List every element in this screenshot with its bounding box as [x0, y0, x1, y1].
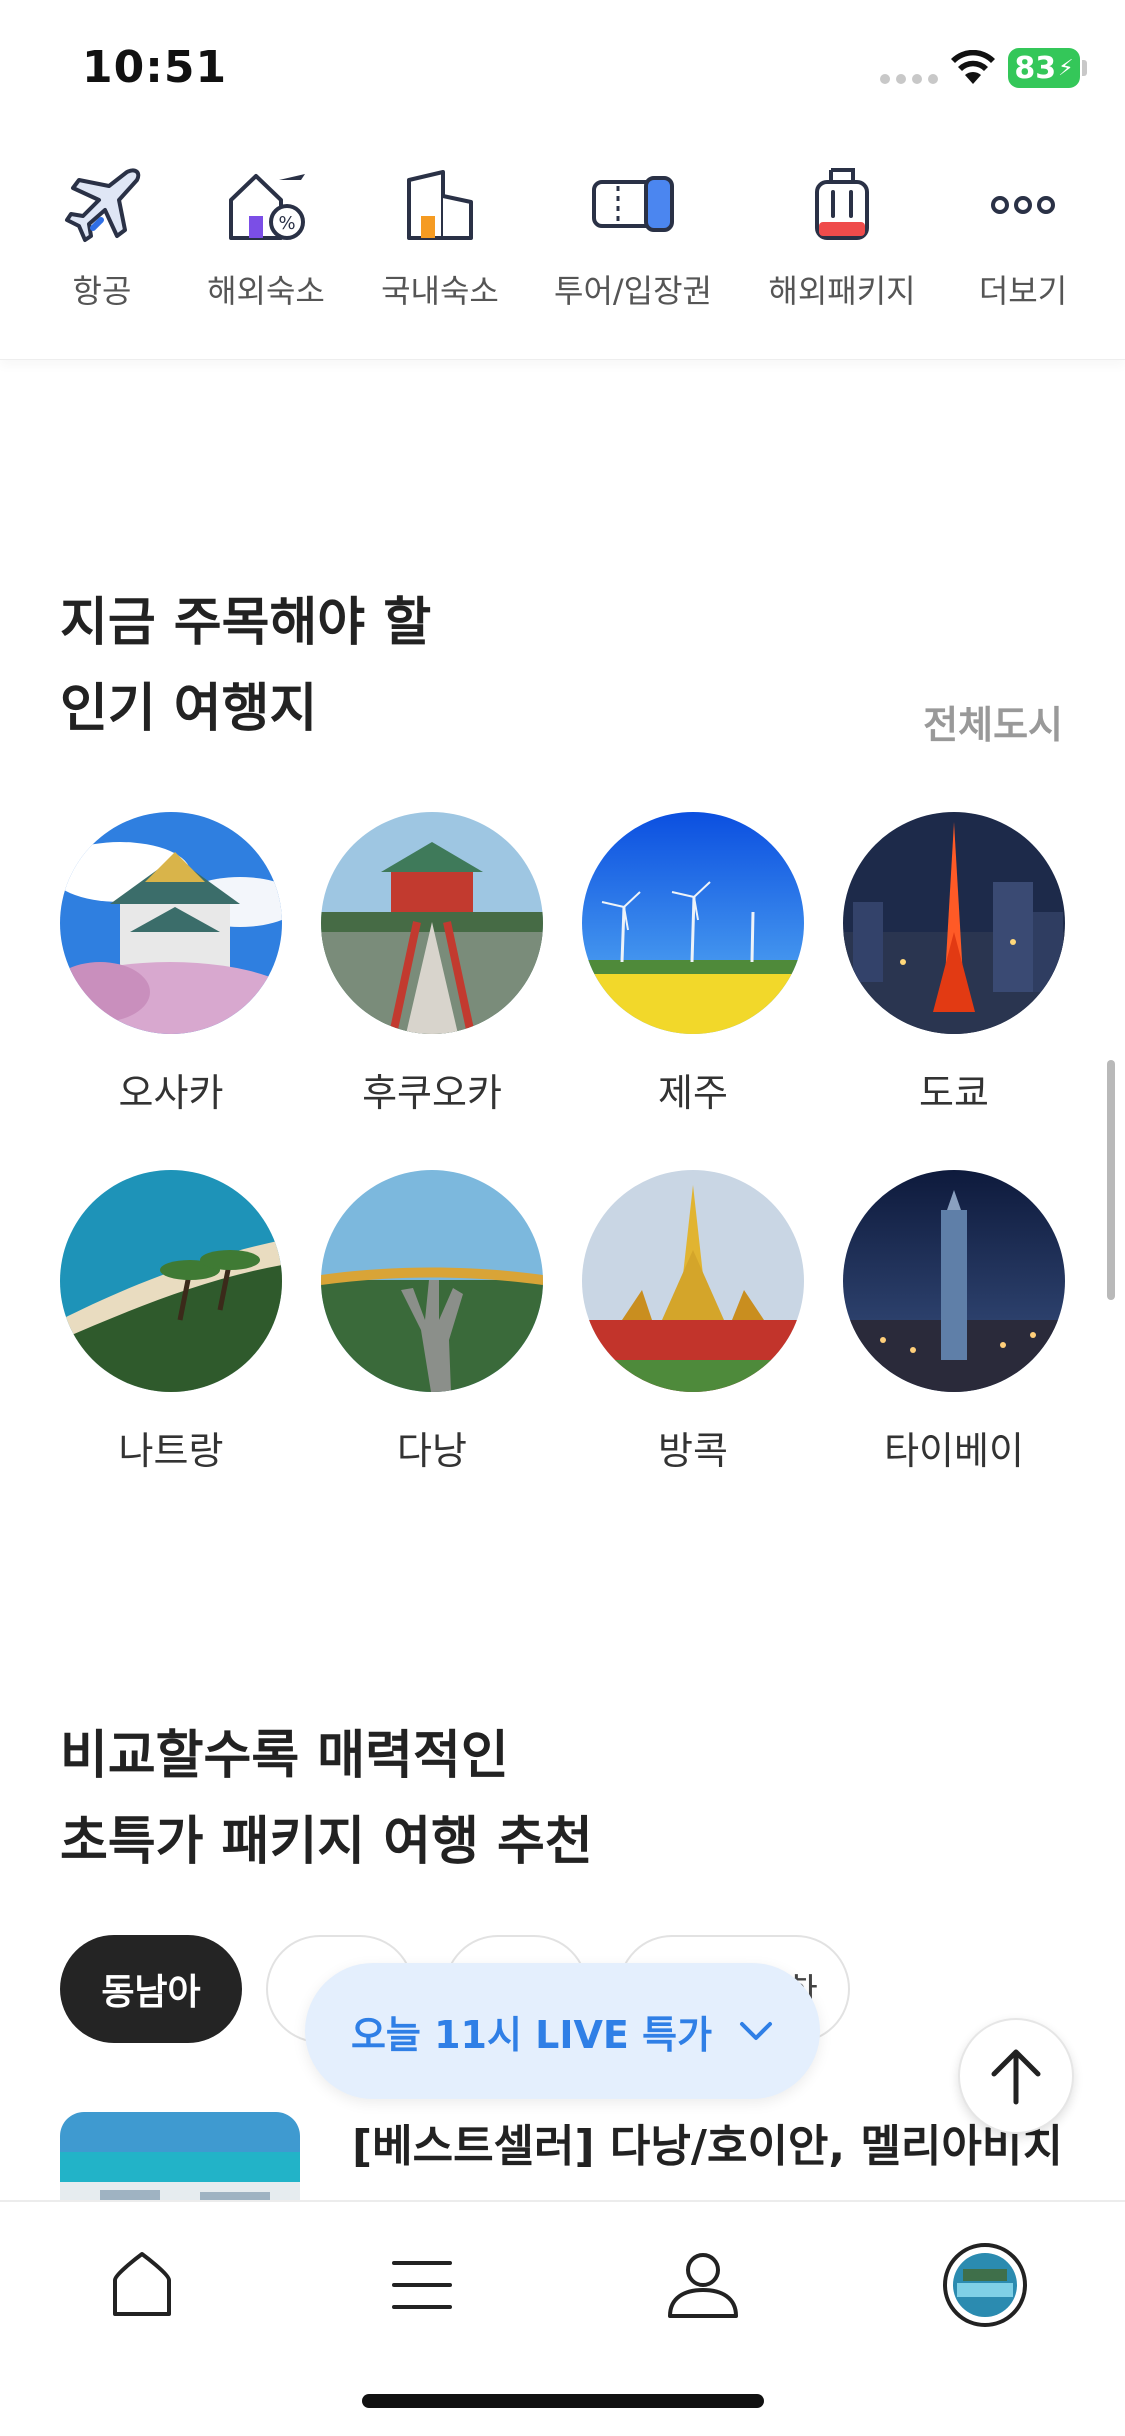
nav-home[interactable]: [97, 2240, 187, 2330]
nav-menu[interactable]: [377, 2240, 467, 2330]
home-indicator: [362, 2394, 764, 2408]
city-image-nhatrang: [60, 1170, 282, 1392]
city-name: 오사카: [118, 1071, 224, 1115]
live-deal-button[interactable]: 오늘 11시 LIVE 특가: [305, 1963, 820, 2099]
category-domestic-hotel[interactable]: 국내숙소: [350, 160, 530, 312]
city-image-tokyo: [843, 812, 1065, 1034]
domestic-hotel-icon: [407, 170, 473, 240]
category-label: 해외숙소: [207, 272, 325, 310]
city-image-danang: [321, 1170, 543, 1392]
package-section-title: 비교할수록 매력적인 초특가 패키지 여행 추천: [60, 1713, 593, 1885]
city-card-fukuoka[interactable]: 후쿠오카: [321, 812, 543, 1117]
package-product-item[interactable]: [베스트셀러] 다낭/호이안, 멜리아비치: [60, 2112, 1065, 2202]
popular-section-title: 지금 주목해야 할 인기 여행지: [60, 580, 431, 752]
charging-bolt-icon: ⚡: [1058, 55, 1074, 81]
city-name: 방콕: [658, 1429, 728, 1473]
cellular-signal-icon: [880, 74, 938, 84]
category-label: 국내숙소: [381, 272, 499, 310]
category-label: 해외패키지: [768, 272, 916, 310]
category-overseas-hotel[interactable]: % 해외숙소: [176, 160, 356, 312]
profile-icon: [668, 2253, 738, 2318]
region-chip-southeast-asia[interactable]: 동남아: [60, 1935, 242, 2043]
live-deal-label: 오늘 11시 LIVE 특가: [350, 2012, 713, 2057]
category-more[interactable]: 더보기: [933, 160, 1113, 312]
package-title-line1: 비교할수록 매력적인: [60, 1726, 509, 1786]
city-card-taipei[interactable]: 타이베이: [843, 1170, 1065, 1475]
menu-icon: [392, 2261, 452, 2309]
battery-indicator: 83 ⚡: [1008, 48, 1080, 88]
chevron-down-icon: [740, 2022, 773, 2040]
city-name: 다낭: [397, 1429, 467, 1473]
luggage-icon: [815, 168, 869, 240]
city-image-fukuoka: [321, 812, 543, 1034]
city-card-danang[interactable]: 다낭: [321, 1170, 543, 1475]
popular-title-line2: 인기 여행지: [60, 679, 318, 739]
battery-level: 83: [1014, 50, 1057, 86]
package-title-line2: 초특가 패키지 여행 추천: [60, 1812, 593, 1872]
city-image-jeju: [582, 812, 804, 1034]
see-all-cities-link[interactable]: 전체도시: [923, 694, 1063, 749]
recent-view-thumbnail: [943, 2243, 1027, 2327]
city-card-osaka[interactable]: 오사카: [60, 812, 282, 1117]
category-bar: 항공 % 해외숙소 국내숙소 투어/입장권 해외패키지 더보기: [0, 150, 1125, 360]
city-name: 타이베이: [884, 1429, 1024, 1473]
popular-title-line1: 지금 주목해야 할: [60, 593, 432, 653]
city-image-taipei: [843, 1170, 1065, 1392]
city-card-nhatrang[interactable]: 나트랑: [60, 1170, 282, 1475]
city-name: 나트랑: [118, 1429, 224, 1473]
city-name: 후쿠오카: [362, 1071, 502, 1115]
city-name: 제주: [658, 1071, 728, 1115]
status-time: 10:51: [82, 42, 228, 93]
wifi-icon: [951, 50, 995, 84]
category-tour-ticket[interactable]: 투어/입장권: [543, 160, 723, 312]
nav-recent-view[interactable]: [940, 2240, 1030, 2330]
svg-text:%: %: [278, 213, 295, 234]
status-bar: 10:51 83 ⚡: [0, 0, 1125, 140]
nav-my-page[interactable]: [658, 2240, 748, 2330]
home-icon: [113, 2252, 171, 2316]
airplane-icon: [65, 168, 141, 242]
scroll-to-top-button[interactable]: [958, 2018, 1074, 2134]
more-icon: [991, 196, 1055, 214]
category-label: 더보기: [978, 272, 1068, 310]
city-image-osaka: [60, 812, 282, 1034]
city-image-bangkok: [582, 1170, 804, 1392]
city-card-tokyo[interactable]: 도쿄: [843, 812, 1065, 1117]
category-flight[interactable]: 항공: [12, 160, 192, 312]
ticket-icon: [592, 176, 674, 232]
city-card-jeju[interactable]: 제주: [582, 812, 804, 1117]
arrow-up-icon: [991, 2049, 1041, 2105]
category-label: 항공: [72, 272, 132, 310]
product-title: [베스트셀러] 다낭/호이안, 멜리아비치: [352, 2121, 1063, 2172]
overseas-hotel-icon: %: [229, 174, 305, 240]
product-thumbnail: [60, 2112, 300, 2202]
category-label: 투어/입장권: [554, 272, 712, 310]
city-name: 도쿄: [919, 1071, 989, 1115]
battery-tip: [1082, 60, 1087, 76]
city-card-bangkok[interactable]: 방콕: [582, 1170, 804, 1475]
category-overseas-package[interactable]: 해외패키지: [752, 160, 932, 312]
scrollbar[interactable]: [1107, 1060, 1115, 1300]
